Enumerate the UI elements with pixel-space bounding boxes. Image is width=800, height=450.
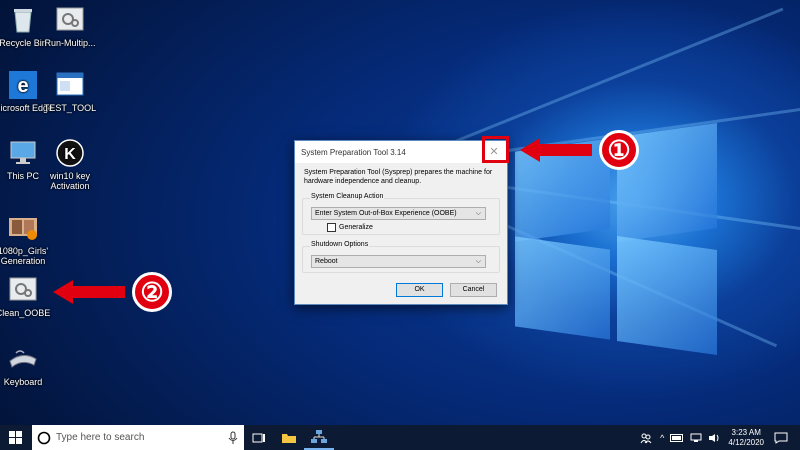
dialog-description: System Preparation Tool (Sysprep) prepar… — [304, 169, 493, 185]
desktop-icon-run-multiple[interactable]: Run-Multip... — [30, 5, 110, 48]
cortana-circle-icon — [37, 431, 51, 444]
network-icon[interactable] — [690, 433, 702, 443]
desktop-icon-label: TEST_TOOL — [43, 103, 97, 113]
desktop-icon-label: win10 key Activation — [49, 171, 91, 191]
shutdown-options-group: Shutdown Options Reboot ⌵ — [302, 241, 500, 273]
task-view-icon — [252, 433, 265, 442]
people-icon[interactable] — [640, 432, 652, 444]
checkbox-box[interactable] — [327, 223, 336, 232]
keyboard-icon — [8, 344, 38, 374]
battery-icon[interactable] — [670, 433, 684, 442]
speaker-icon[interactable] — [708, 433, 720, 443]
system-tray: ^ 3:23 AM 4/12/2020 — [640, 425, 800, 450]
cleanup-action-group: System Cleanup Action Enter System Out-o… — [302, 193, 500, 235]
clock-date: 4/12/2020 — [728, 437, 764, 447]
marker-1: ① — [599, 130, 639, 170]
taskbar-search-box[interactable]: Type here to search — [32, 425, 244, 450]
dialog-title: System Preparation Tool 3.14 — [301, 147, 406, 157]
cleanup-action-value: Enter System Out-of-Box Experience (OOBE… — [315, 210, 457, 217]
shutdown-options-select[interactable]: Reboot ⌵ — [311, 255, 486, 268]
gears-shortcut-icon — [55, 5, 85, 35]
generalize-checkbox[interactable]: Generalize — [327, 223, 373, 232]
svg-text:e: e — [17, 75, 28, 97]
shutdown-group-label: Shutdown Options — [310, 241, 370, 248]
marker-2: ② — [132, 272, 172, 312]
desktop-icon-video[interactable]: 1080p_Girls' Generation — [0, 213, 63, 266]
chevron-up-icon[interactable]: ^ — [660, 433, 664, 443]
desktop-icon-label: 1080p_Girls' Generation — [0, 246, 49, 266]
k-activation-icon: K — [55, 138, 85, 168]
cleanup-action-select[interactable]: Enter System Out-of-Box Experience (OOBE… — [311, 207, 486, 220]
task-view-button[interactable] — [244, 425, 274, 450]
arrow-left-icon — [53, 280, 125, 304]
search-placeholder: Type here to search — [56, 432, 145, 443]
desktop-icon-label: Keyboard — [3, 377, 43, 387]
windows-start-icon — [9, 430, 22, 444]
cancel-button[interactable]: Cancel — [450, 283, 497, 297]
sysprep-dialog: System Preparation Tool 3.14 ✕ System Pr… — [294, 140, 508, 305]
arrow-left-icon — [520, 138, 592, 162]
clock[interactable]: 3:23 AM 4/12/2020 — [728, 428, 764, 448]
desktop-icon-label: Clean_OOBE — [0, 308, 51, 318]
desktop-icon-test-tool[interactable]: TEST_TOOL — [30, 70, 110, 113]
start-button[interactable] — [0, 425, 32, 450]
clock-time: 3:23 AM — [731, 427, 761, 437]
microphone-icon[interactable] — [228, 431, 238, 445]
window-shortcut-icon — [55, 70, 85, 100]
desktop: Recycle Bin Run-Multip... e Microsoft Ed… — [0, 0, 800, 425]
desktop-icon-keyboard[interactable]: Keyboard — [0, 344, 63, 387]
dialog-titlebar[interactable]: System Preparation Tool 3.14 ✕ — [295, 141, 507, 163]
chevron-down-icon: ⌵ — [475, 258, 481, 265]
generalize-label: Generalize — [339, 224, 373, 231]
chevron-down-icon: ⌵ — [475, 210, 481, 217]
gears-shortcut-icon — [8, 275, 38, 305]
network-app-icon — [311, 429, 327, 443]
network-app-button[interactable] — [304, 425, 334, 450]
notification-icon[interactable] — [774, 432, 788, 444]
light-beam — [430, 7, 784, 153]
cleanup-group-label: System Cleanup Action — [310, 193, 385, 200]
close-highlight-box — [482, 136, 509, 163]
ok-button[interactable]: OK — [396, 283, 443, 297]
folder-icon — [282, 433, 296, 443]
shutdown-option-value: Reboot — [315, 258, 338, 265]
svg-text:K: K — [64, 146, 76, 163]
taskbar: Type here to search ^ 3:23 AM 4/12/2020 — [0, 425, 800, 450]
file-explorer-button[interactable] — [274, 425, 304, 450]
desktop-icon-label: Run-Multip... — [44, 38, 96, 48]
desktop-icon-win10-key[interactable]: K win10 key Activation — [30, 138, 110, 191]
video-icon — [8, 213, 38, 243]
